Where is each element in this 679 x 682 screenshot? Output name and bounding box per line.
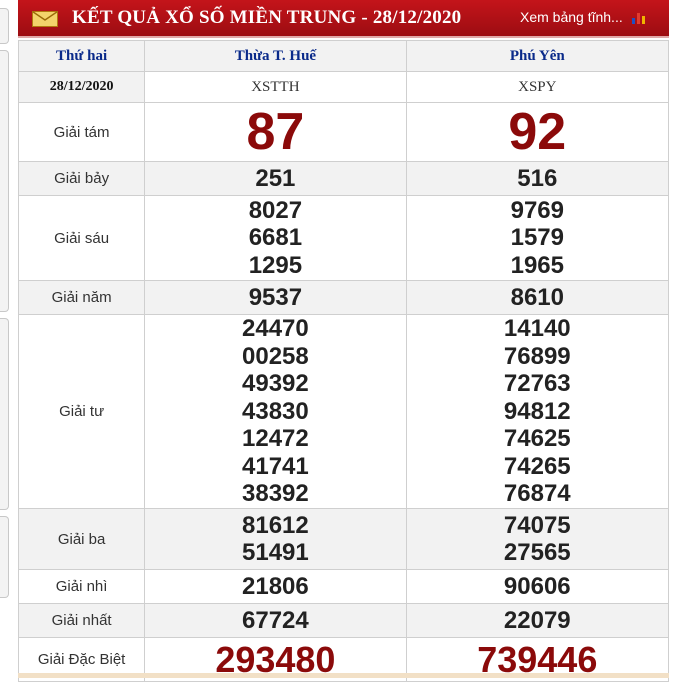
prize-row: Giải tư 24470 00258 49392 43830 12472 41741 383…	[17, 314, 670, 509]
prize-label: Giải nhất	[17, 603, 146, 638]
prize-row: Giải ba 81612 51491 74075 27565	[17, 508, 670, 570]
prize-number: 81612	[242, 511, 309, 539]
prize-number: 27565	[503, 539, 571, 566]
weekday-cell: Thứ hai	[17, 40, 146, 72]
bar-chart-icon[interactable]	[631, 10, 649, 24]
prize-values-cell: 87	[144, 102, 407, 162]
date-row: 28/12/2020 XSTTH XSPY	[17, 71, 670, 103]
prize-number: 14140	[503, 315, 571, 343]
province-name-cell[interactable]: Phú Yên	[405, 40, 670, 72]
prize-number: 24470	[242, 315, 309, 343]
prize-number: 9769	[510, 196, 564, 224]
left-page-edge	[0, 0, 12, 678]
prize-number: 90606	[503, 572, 571, 600]
prize-number: 38392	[242, 480, 309, 508]
prize-number: 251	[255, 164, 296, 192]
prize-values-cell: 251	[144, 161, 407, 196]
prize-row: Giải tám 87 92	[17, 102, 670, 162]
prize-number: 74625	[503, 425, 571, 453]
prize-number: 1295	[248, 251, 303, 279]
province-name-cell[interactable]: Thừa T. Huế	[144, 40, 407, 72]
prize-values-cell: 92	[405, 102, 670, 162]
prize-number: 9537	[248, 283, 303, 311]
prize-number: 51491	[242, 539, 309, 566]
prize-number: 74265	[503, 452, 571, 480]
prize-label: Giải ba	[17, 508, 146, 570]
prize-number: 8027	[248, 196, 303, 224]
prize-values-cell: 90606	[405, 569, 670, 604]
prize-number: 49392	[242, 370, 309, 398]
draw-date-cell: 28/12/2020	[17, 71, 146, 103]
prize-label: Giải nhì	[17, 569, 146, 604]
prize-row: Giải bảy 251 516	[17, 161, 670, 196]
prize-number: 43830	[242, 397, 309, 425]
prize-number: 72763	[503, 370, 571, 398]
prize-label: Giải sáu	[17, 195, 146, 281]
prize-label: Giải tư	[17, 314, 146, 509]
prize-number: 516	[517, 164, 558, 192]
results-header: KẾT QUẢ XỔ SỐ MIỀN TRUNG - 28/12/2020 Xe…	[18, 0, 669, 38]
prize-row: Giải nhất 67724 22079	[17, 603, 670, 638]
prize-row: Giải nhì 21806 90606	[17, 569, 670, 604]
prize-values-cell: 516	[405, 161, 670, 196]
prize-values-cell: 9769 1579 1965	[405, 195, 670, 281]
prize-values-cell: 74075 27565	[405, 508, 670, 570]
prize-number: 8610	[510, 283, 564, 311]
prize-values-cell: 22079	[405, 603, 670, 638]
prize-number: 22079	[503, 606, 571, 634]
province-code-cell: XSTTH	[144, 71, 407, 103]
prize-number: 94812	[503, 397, 571, 425]
prize-number: 76874	[503, 480, 571, 508]
table-footer-strip	[18, 673, 669, 678]
prize-number: 76899	[503, 342, 571, 370]
prize-values-cell: 21806	[144, 569, 407, 604]
prize-values-cell: 81612 51491	[144, 508, 407, 570]
prize-number: 74075	[503, 511, 571, 539]
prize-number: 41741	[242, 452, 309, 480]
prize-number: 00258	[242, 342, 309, 370]
results-table: Thứ hai Thừa T. Huế Phú Yên 28/12/2020 X…	[17, 40, 670, 682]
results-widget: KẾT QUẢ XỔ SỐ MIỀN TRUNG - 28/12/2020 Xe…	[17, 0, 670, 682]
prize-row: Giải sáu 8027 6681 1295 9769 1579 1965	[17, 195, 670, 281]
province-code-cell: XSPY	[405, 71, 670, 103]
prize-label: Giải tám	[17, 102, 146, 162]
prize-number: 12472	[242, 425, 309, 453]
prize-values-cell: 14140 76899 72763 94812 74625 74265 76874	[405, 314, 670, 509]
prize-values-cell: 67724	[144, 603, 407, 638]
envelope-icon	[32, 11, 58, 27]
prize-number: 1965	[510, 251, 564, 279]
prize-label: Giải bảy	[17, 161, 146, 196]
province-header-row: Thứ hai Thừa T. Huế Phú Yên	[17, 40, 670, 72]
static-table-link[interactable]: Xem bảng tĩnh...	[520, 9, 623, 25]
prize-number: 92	[508, 103, 567, 161]
prize-row: Giải năm 9537 8610	[17, 280, 670, 315]
prize-values-cell: 9537	[144, 280, 407, 315]
prize-values-cell: 8027 6681 1295	[144, 195, 407, 281]
prize-number: 67724	[242, 606, 309, 634]
prize-number: 21806	[242, 572, 309, 600]
prize-number: 1579	[510, 224, 564, 252]
prize-number: 6681	[248, 224, 303, 252]
prize-values-cell: 24470 00258 49392 43830 12472 41741 38392	[144, 314, 407, 509]
page-title: KẾT QUẢ XỔ SỐ MIỀN TRUNG - 28/12/2020	[72, 7, 462, 28]
prize-values-cell: 8610	[405, 280, 670, 315]
prize-number: 87	[246, 103, 305, 161]
prize-label: Giải năm	[17, 280, 146, 315]
